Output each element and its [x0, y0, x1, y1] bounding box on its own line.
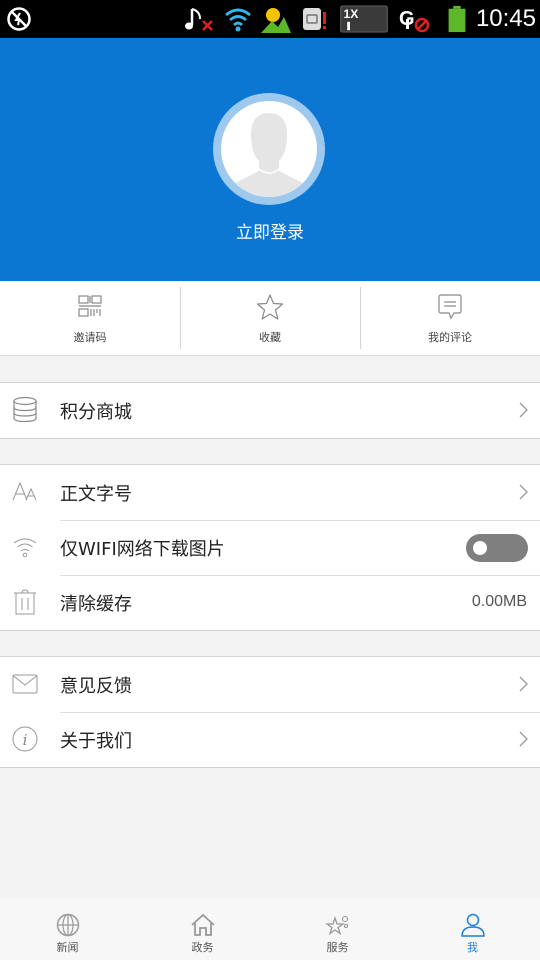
- quick-action-label: 邀请码: [73, 331, 107, 344]
- nav-label: 服务: [326, 941, 349, 954]
- no-data-icon: [7, 7, 31, 31]
- settings-group-display: 正文字号 仅WIFI网络下载图片 清除缓存 0.00MB: [0, 464, 540, 631]
- info-icon: i: [12, 726, 38, 752]
- quick-actions: 邀请码 收藏 我的评论: [0, 281, 540, 356]
- qr-code-icon: [78, 295, 102, 317]
- sim-alert-icon: [302, 8, 326, 30]
- svg-text:1X: 1X: [343, 7, 358, 21]
- chevron-right-icon: [519, 731, 528, 747]
- wifi-only-images-row: 仅WIFI网络下载图片: [0, 520, 540, 575]
- nav-tab-government[interactable]: 政务: [135, 899, 270, 960]
- quick-action-label: 收藏: [259, 331, 281, 344]
- row-label: 关于我们: [60, 731, 132, 752]
- chevron-right-icon: [519, 402, 528, 418]
- nav-tab-me[interactable]: 我: [405, 899, 540, 960]
- star-icon: [256, 294, 284, 320]
- row-label: 清除缓存: [60, 594, 132, 615]
- nav-label: 我: [467, 941, 478, 954]
- wifi-only-toggle[interactable]: [466, 534, 528, 562]
- login-button[interactable]: 立即登录: [0, 218, 540, 243]
- feedback-row[interactable]: 意见反馈: [0, 657, 540, 712]
- points-mall-row[interactable]: 积分商城: [0, 383, 540, 438]
- cache-size-value: 0.00MB: [471, 593, 527, 610]
- network-1x-icon: 1X: [340, 5, 388, 33]
- row-label: 积分商城: [60, 402, 132, 423]
- clock: 10:45: [475, 5, 536, 32]
- globe-icon: [56, 913, 79, 937]
- mail-icon: [12, 674, 38, 694]
- chevron-right-icon: [519, 676, 528, 692]
- nav-tab-news[interactable]: 新闻: [0, 899, 135, 960]
- nav-tab-services[interactable]: 服务: [270, 899, 405, 960]
- about-us-row[interactable]: i 关于我们: [0, 712, 540, 767]
- quick-action-label: 我的评论: [428, 331, 472, 344]
- trash-icon: [14, 589, 36, 615]
- status-bar: 1X G 10:45: [0, 0, 540, 38]
- clear-cache-row[interactable]: 清除缓存 0.00MB: [0, 575, 540, 630]
- wifi-icon: [13, 538, 37, 558]
- row-label: 意见反馈: [60, 676, 132, 697]
- nav-label: 新闻: [56, 941, 79, 954]
- default-avatar-icon: [231, 113, 307, 197]
- weather-icon: [260, 8, 291, 33]
- chevron-right-icon: [519, 484, 528, 500]
- font-size-icon: [12, 481, 37, 501]
- settings-group-mall: 积分商城: [0, 382, 540, 439]
- music-muted-icon: [184, 8, 213, 31]
- battery-icon: [448, 5, 466, 33]
- quick-action-invite-code[interactable]: 邀请码: [0, 281, 180, 355]
- services-icon: [324, 915, 348, 936]
- database-icon: [13, 396, 37, 423]
- comment-icon: [438, 294, 462, 320]
- profile-header: 立即登录: [0, 38, 540, 281]
- bottom-nav: 新闻 政务 服务 我: [0, 899, 540, 960]
- row-label: 仅WIFI网络下载图片: [60, 539, 225, 560]
- row-label: 正文字号: [60, 484, 132, 505]
- avatar[interactable]: [213, 93, 325, 205]
- wifi-icon: [225, 8, 251, 32]
- gps-disabled-icon: G: [399, 8, 430, 33]
- settings-group-about: 意见反馈 i 关于我们: [0, 656, 540, 768]
- home-icon: [190, 913, 215, 936]
- user-icon: [460, 913, 485, 937]
- quick-action-my-comments[interactable]: 我的评论: [360, 281, 540, 355]
- svg-text:i: i: [23, 731, 28, 749]
- font-size-row[interactable]: 正文字号: [0, 465, 540, 520]
- quick-action-favorites[interactable]: 收藏: [180, 281, 360, 355]
- nav-label: 政务: [191, 941, 214, 954]
